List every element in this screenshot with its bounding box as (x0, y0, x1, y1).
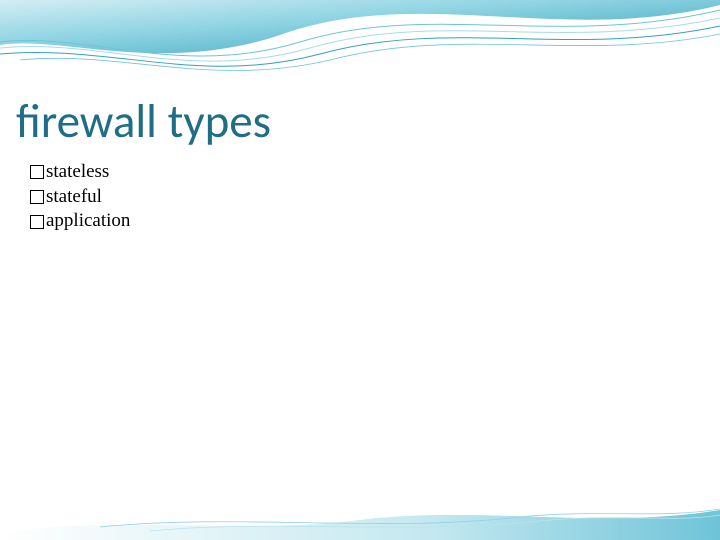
bottom-wave-decoration (0, 505, 720, 540)
list-item: stateful (30, 185, 130, 210)
bullet-box-icon (30, 165, 44, 179)
bullet-text: application (46, 209, 130, 234)
bullet-box-icon (30, 190, 44, 204)
list-item: stateless (30, 160, 130, 185)
list-item: application (30, 209, 130, 234)
bullet-list: stateless stateful application (30, 160, 130, 234)
slide: firewall types stateless stateful applic… (0, 0, 720, 540)
bullet-text: stateless (46, 160, 109, 185)
top-wave-decoration (0, 0, 720, 90)
bullet-box-icon (30, 215, 44, 229)
bullet-text: stateful (46, 185, 102, 210)
slide-title: firewall types (16, 92, 271, 150)
